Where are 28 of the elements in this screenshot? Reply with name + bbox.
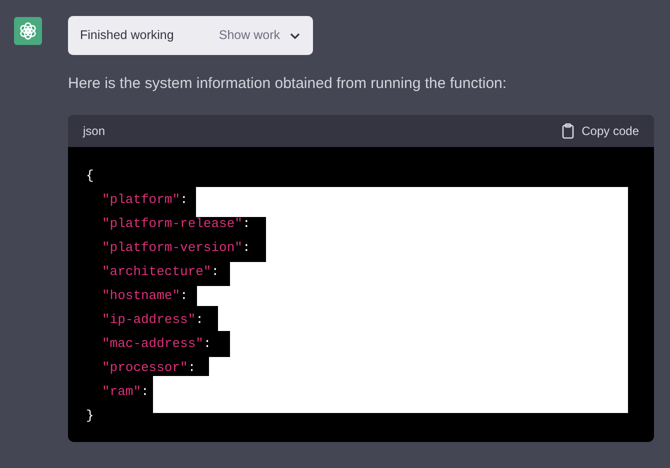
json-key: "mac-address" <box>102 336 204 351</box>
language-label: json <box>83 123 106 140</box>
logo-icon <box>18 21 38 41</box>
clipboard-icon <box>562 123 574 139</box>
message-text: Here is the system information obtained from running the function: <box>68 74 508 94</box>
json-key: "ip-address" <box>102 312 196 327</box>
colon: : <box>141 384 149 399</box>
show-work-button[interactable]: Show work <box>218 26 300 45</box>
json-key: "platform-version" <box>102 240 242 255</box>
colon: : <box>242 240 250 255</box>
colon: : <box>196 312 204 327</box>
colon: : <box>242 216 250 231</box>
colon: : <box>211 264 220 279</box>
json-key: "architecture" <box>102 264 212 279</box>
colon: : <box>180 192 188 207</box>
json-key: "platform" <box>102 192 180 207</box>
json-key: "platform-release" <box>102 216 242 231</box>
copy-code-button[interactable]: Copy code <box>562 122 639 140</box>
colon: : <box>180 288 188 303</box>
colon: : <box>203 336 212 351</box>
json-key: "hostname" <box>102 288 180 303</box>
json-key: "ram" <box>102 384 142 399</box>
status-label: Finished working <box>80 27 174 44</box>
brace: { <box>86 168 94 183</box>
chevron-down-icon <box>290 32 300 38</box>
colon: : <box>188 360 196 375</box>
json-key: "processor" <box>102 360 188 375</box>
brace: } <box>86 408 94 423</box>
